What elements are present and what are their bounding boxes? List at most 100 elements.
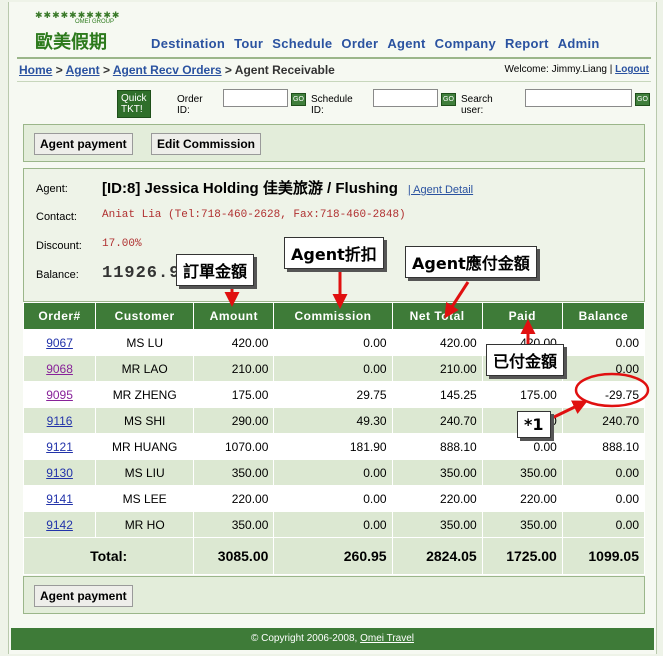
table-header-row: Order# Customer Amount Commission Net To…: [22, 302, 646, 330]
col-commission[interactable]: Commission: [273, 302, 393, 330]
agent-detail-link[interactable]: | Agent Detail: [408, 184, 473, 196]
total-amount: 3085.00: [193, 537, 275, 575]
schedule-go-button[interactable]: GO: [441, 93, 456, 106]
cell-amount: 350.00: [193, 511, 275, 538]
cell-net-total: 220.00: [391, 485, 483, 512]
order-link[interactable]: 9067: [46, 336, 73, 350]
quick-ticket-button[interactable]: Quick TKT!: [117, 90, 151, 118]
cell-net-total: 145.25: [391, 381, 483, 408]
total-label: Total:: [22, 537, 195, 575]
cell-net-total: 210.00: [391, 355, 483, 382]
cell-customer: MS SHI: [95, 407, 195, 434]
contact-label: Contact:: [36, 211, 77, 223]
order-go-button[interactable]: GO: [291, 93, 306, 106]
agent-label: Agent:: [36, 183, 68, 195]
nav-company[interactable]: Company: [435, 36, 496, 51]
breadcrumb-home[interactable]: Home: [19, 63, 52, 77]
nav-report[interactable]: Report: [505, 36, 549, 51]
search-user-input[interactable]: [525, 89, 632, 107]
cell-customer: MS LU: [95, 329, 195, 356]
cell-amount: 175.00: [193, 381, 275, 408]
order-link[interactable]: 9142: [46, 518, 73, 532]
order-link[interactable]: 9068: [46, 362, 73, 376]
edit-commission-button[interactable]: Edit Commission: [151, 133, 262, 155]
total-paid: 1725.00: [481, 537, 563, 575]
total-net-total: 2824.05: [391, 537, 483, 575]
agent-payment-button-bottom[interactable]: Agent payment: [34, 585, 133, 607]
order-link[interactable]: 9121: [46, 440, 73, 454]
cell-amount: 210.00: [193, 355, 275, 382]
footer-link[interactable]: Omei Travel: [360, 633, 414, 644]
schedule-id-input[interactable]: [373, 89, 438, 107]
order-link[interactable]: 9141: [46, 492, 73, 506]
cell-commission: 0.00: [273, 329, 393, 356]
nav-agent[interactable]: Agent: [387, 36, 425, 51]
cell-net-total: 888.10: [391, 433, 483, 460]
cell-balance: -29.75: [561, 381, 646, 408]
cell-customer: MR HUANG: [95, 433, 195, 460]
cell-paid: 175.00: [481, 381, 563, 408]
order-id-input[interactable]: [223, 89, 288, 107]
cell-paid: 220.00: [481, 485, 563, 512]
cell-commission: 0.00: [273, 459, 393, 486]
toolbar-panel: Agent payment Edit Commission: [23, 124, 645, 162]
col-customer[interactable]: Customer: [95, 302, 195, 330]
logout-link[interactable]: Logout: [615, 64, 649, 75]
search-user-label: Search user:: [461, 94, 493, 116]
agent-name: [ID:8] Jessica Holding 佳美旅游 / Flushing | …: [102, 177, 473, 198]
nav-destination[interactable]: Destination: [151, 36, 225, 51]
col-paid[interactable]: Paid: [481, 302, 563, 330]
cell-customer: MS LEE: [95, 485, 195, 512]
cell-balance: 0.00: [561, 329, 646, 356]
footer-copyright: © Copyright 2006-2008,: [250, 633, 358, 644]
breadcrumb: Home > Agent > Agent Recv Orders > Agent…: [19, 63, 335, 77]
logo-text: 歐美假期: [35, 32, 107, 53]
cell-order: 9121: [22, 433, 97, 460]
callout-note: *1: [517, 411, 551, 438]
logo-group-text: OMEI GROUP: [75, 19, 115, 25]
breadcrumb-current: Agent Receivable: [234, 63, 335, 77]
cell-balance: 240.70: [561, 407, 646, 434]
nav-schedule[interactable]: Schedule: [272, 36, 332, 51]
nav-tour[interactable]: Tour: [234, 36, 263, 51]
breadcrumb-sep: >: [102, 63, 110, 77]
col-net-total[interactable]: Net Total: [391, 302, 483, 330]
nav-order[interactable]: Order: [341, 36, 378, 51]
cell-net-total: 350.00: [391, 511, 483, 538]
order-id-label: Order ID:: [177, 94, 203, 116]
breadcrumb-agent[interactable]: Agent: [66, 63, 100, 77]
breadcrumb-agent-recv-orders[interactable]: Agent Recv Orders: [113, 63, 222, 77]
callout-commission: Agent折扣: [284, 237, 384, 269]
contact-value: Aniat Lia (Tel:718-460-2628, Fax:718-460…: [102, 209, 406, 221]
cell-customer: MR LAO: [95, 355, 195, 382]
order-link[interactable]: 9095: [46, 388, 73, 402]
table-row: 9141 MS LEE 220.00 0.00 220.00 220.00 0.…: [22, 485, 646, 512]
col-order[interactable]: Order#: [22, 302, 97, 330]
table-row: 9130 MS LIU 350.00 0.00 350.00 350.00 0.…: [22, 459, 646, 486]
callout-net-total: Agent應付金額: [405, 246, 537, 278]
cell-order: 9142: [22, 511, 97, 538]
cell-commission: 181.90: [273, 433, 393, 460]
user-go-button[interactable]: GO: [635, 93, 650, 106]
welcome-area: Welcome: Jimmy.Liang | Logout: [505, 64, 649, 75]
discount-value: 17.00%: [102, 238, 142, 250]
callout-paid: 已付金額: [486, 344, 565, 376]
schedule-id-label: Schedule ID:: [311, 94, 353, 116]
orders-table: Order# Customer Amount Commission Net To…: [22, 302, 646, 575]
total-commission: 260.95: [273, 537, 393, 575]
cell-commission: 0.00: [273, 485, 393, 512]
agent-info-panel: Agent: [ID:8] Jessica Holding 佳美旅游 / Flu…: [23, 168, 645, 302]
company-logo[interactable]: ✱✱✱✱✱✱✱✱✱✱ OMEI GROUP 歐美假期: [15, 10, 135, 54]
col-amount[interactable]: Amount: [193, 302, 275, 330]
col-balance[interactable]: Balance: [561, 302, 646, 330]
order-link[interactable]: 9116: [47, 414, 73, 428]
order-link[interactable]: 9130: [46, 466, 73, 480]
nav-admin[interactable]: Admin: [558, 36, 600, 51]
cell-customer: MR ZHENG: [95, 381, 195, 408]
bottom-panel: Agent payment: [23, 576, 645, 614]
cell-customer: MS LIU: [95, 459, 195, 486]
cell-order: 9116: [22, 407, 97, 434]
total-balance: 1099.05: [561, 537, 646, 575]
agent-payment-button[interactable]: Agent payment: [34, 133, 133, 155]
cell-commission: 0.00: [273, 511, 393, 538]
